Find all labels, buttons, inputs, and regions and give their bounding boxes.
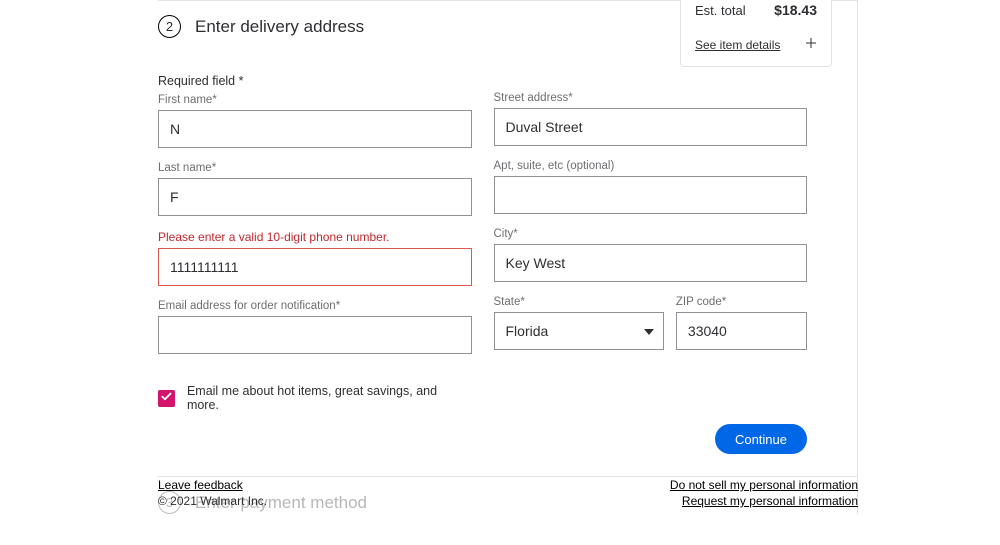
step-2-title: Enter delivery address: [195, 17, 364, 37]
apt-field[interactable]: [494, 176, 808, 214]
marketing-checkbox-label: Email me about hot items, great savings,…: [187, 384, 472, 412]
first-name-label: First name*: [158, 94, 472, 106]
marketing-checkbox[interactable]: [158, 390, 175, 407]
see-item-details-link[interactable]: See item details: [695, 38, 780, 52]
city-label: City*: [494, 228, 808, 240]
checkmark-icon: [161, 389, 172, 407]
plus-icon[interactable]: [805, 36, 817, 54]
first-name-field[interactable]: [158, 110, 472, 148]
est-total-value: $18.43: [774, 2, 817, 18]
apt-label: Apt, suite, etc (optional): [494, 160, 808, 172]
request-info-link[interactable]: Request my personal information: [670, 494, 858, 508]
phone-error-message: Please enter a valid 10-digit phone numb…: [158, 230, 472, 244]
page-footer: Leave feedback © 2021 Walmart Inc. Do no…: [158, 478, 858, 510]
email-label: Email address for order notification*: [158, 300, 472, 312]
phone-field[interactable]: [158, 248, 472, 286]
continue-button[interactable]: Continue: [715, 424, 807, 454]
required-note: Required field *: [158, 74, 472, 88]
street-label: Street address*: [494, 92, 808, 104]
street-field[interactable]: [494, 108, 808, 146]
do-not-sell-link[interactable]: Do not sell my personal information: [670, 478, 858, 492]
form-right-column: Street address* Apt, suite, etc (optiona…: [494, 74, 808, 412]
email-field[interactable]: [158, 316, 472, 354]
est-total-label: Est. total: [695, 3, 746, 18]
order-summary-card: Est. total $18.43 See item details: [680, 0, 832, 67]
state-select[interactable]: [494, 312, 664, 350]
last-name-label: Last name*: [158, 162, 472, 174]
last-name-field[interactable]: [158, 178, 472, 216]
form-left-column: Required field * First name* Last name* …: [158, 74, 472, 412]
copyright-text: © 2021 Walmart Inc.: [158, 494, 267, 508]
zip-field[interactable]: [676, 312, 807, 350]
step-2-number: 2: [158, 15, 181, 38]
state-label: State*: [494, 296, 664, 308]
city-field[interactable]: [494, 244, 808, 282]
leave-feedback-link[interactable]: Leave feedback: [158, 478, 267, 492]
zip-label: ZIP code*: [676, 296, 807, 308]
